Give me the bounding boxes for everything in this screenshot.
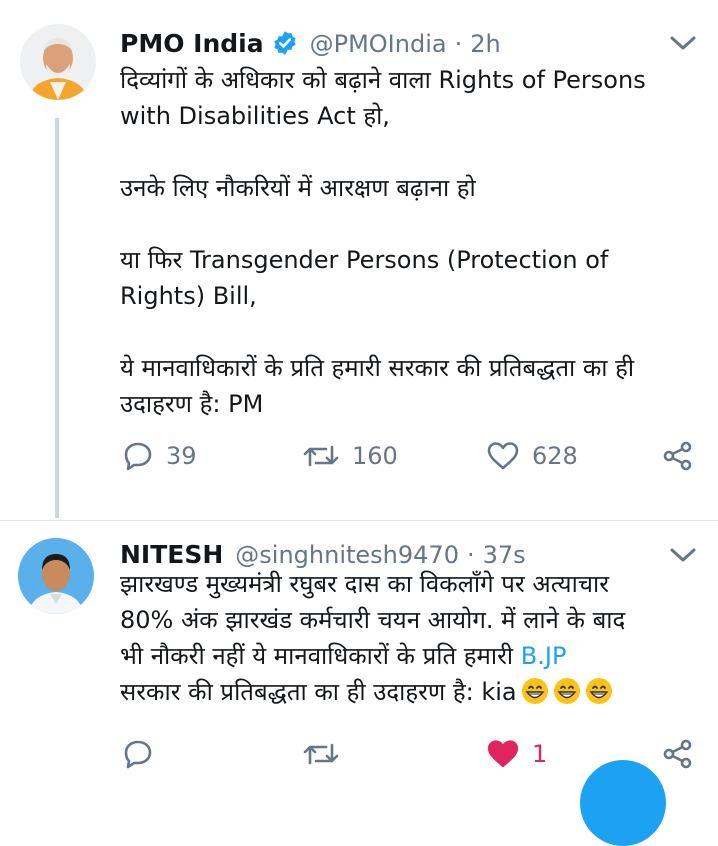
reply-count: 39 xyxy=(166,442,197,470)
tweet-line-text: भी नौकरी नहीं ये मानवाधिकारों के प्रति ह… xyxy=(120,642,521,670)
like-count: 628 xyxy=(532,442,578,470)
like-icon xyxy=(487,740,519,768)
tweet-header: NITESH @singhnitesh9470 · 37s xyxy=(120,540,526,569)
tweet-text: दिव्यांगों के अधिकार को बढ़ाने वाला Righ… xyxy=(120,62,710,422)
tweet-line: दिव्यांगों के अधिकार को बढ़ाने वाला Righ… xyxy=(120,66,646,94)
chevron-down-icon[interactable] xyxy=(668,32,698,54)
grinning-face-emoji xyxy=(585,678,612,704)
compose-fab-button[interactable] xyxy=(580,760,666,846)
grinning-face-emoji xyxy=(553,678,580,704)
separator-dot: · xyxy=(466,541,475,569)
tweet-line: सरकार की प्रतिबद्धता का ही उदाहरण है: ki… xyxy=(120,674,710,710)
share-icon xyxy=(663,441,692,471)
author-handle[interactable]: @PMOIndia xyxy=(310,30,447,58)
tweet-line: ये मानवाधिकारों के प्रति हमारी सरकार की … xyxy=(120,354,635,382)
author-name[interactable]: PMO India xyxy=(120,29,264,58)
tweet-line: झारखण्ड मुख्यमंत्री रघुबर दास का विकलाँग… xyxy=(120,570,610,598)
action-bar: 39 160 628 xyxy=(122,440,702,472)
share-button[interactable] xyxy=(662,738,694,770)
tweet-line: उनके लिए नौकरियों में आरक्षण बढ़ाना हो xyxy=(120,174,476,202)
reply-icon xyxy=(124,442,152,471)
grinning-face-emoji xyxy=(521,678,548,704)
retweet-icon xyxy=(303,445,339,467)
reply-button[interactable]: 39 xyxy=(122,440,302,472)
avatar-pmo-image xyxy=(20,24,96,100)
text-link[interactable]: B.JP xyxy=(521,642,567,670)
retweet-count: 160 xyxy=(352,442,398,470)
author-name[interactable]: NITESH xyxy=(120,540,223,569)
retweet-icon xyxy=(303,743,339,765)
separator-dot: · xyxy=(454,30,463,58)
tweet-line: 80% अंक झारखंड कर्मचारी चयन आयोग. में ला… xyxy=(120,606,626,634)
tweet-line: भी नौकरी नहीं ये मानवाधिकारों के प्रति ह… xyxy=(120,638,710,674)
reply-button[interactable] xyxy=(122,738,302,770)
reply-icon xyxy=(124,740,152,769)
retweet-button[interactable] xyxy=(302,738,486,770)
tweet-text: झारखण्ड मुख्यमंत्री रघुबर दास का विकलाँग… xyxy=(120,566,710,710)
thread-line xyxy=(55,118,59,518)
tweet-line: with Disabilities Act हो, xyxy=(120,102,390,130)
tweet-divider xyxy=(0,520,718,521)
share-icon xyxy=(663,739,692,769)
retweet-button[interactable]: 160 xyxy=(302,440,486,472)
like-icon xyxy=(487,442,519,470)
timestamp[interactable]: 2h xyxy=(470,30,500,58)
tweet-line: या फिर Transgender Persons (Protection o… xyxy=(120,246,609,274)
like-count: 1 xyxy=(532,740,548,768)
tweet-line: Rights) Bill, xyxy=(120,282,257,310)
avatar[interactable] xyxy=(20,24,96,100)
author-handle[interactable]: @singhnitesh9470 xyxy=(235,541,459,569)
tweet-header: PMO India @PMOIndia · 2h xyxy=(120,26,501,58)
like-button[interactable]: 628 xyxy=(486,440,662,472)
avatar[interactable] xyxy=(18,538,94,614)
tweet-line-text: सरकार की प्रतिबद्धता का ही उदाहरण है: ki… xyxy=(120,678,517,706)
share-button[interactable] xyxy=(662,440,694,472)
avatar-nitesh-image xyxy=(18,538,94,614)
tweet-line: उदाहरण है: PM xyxy=(120,390,264,418)
timestamp[interactable]: 37s xyxy=(483,541,526,569)
chevron-down-icon[interactable] xyxy=(668,544,698,566)
verified-badge-icon xyxy=(273,31,296,55)
